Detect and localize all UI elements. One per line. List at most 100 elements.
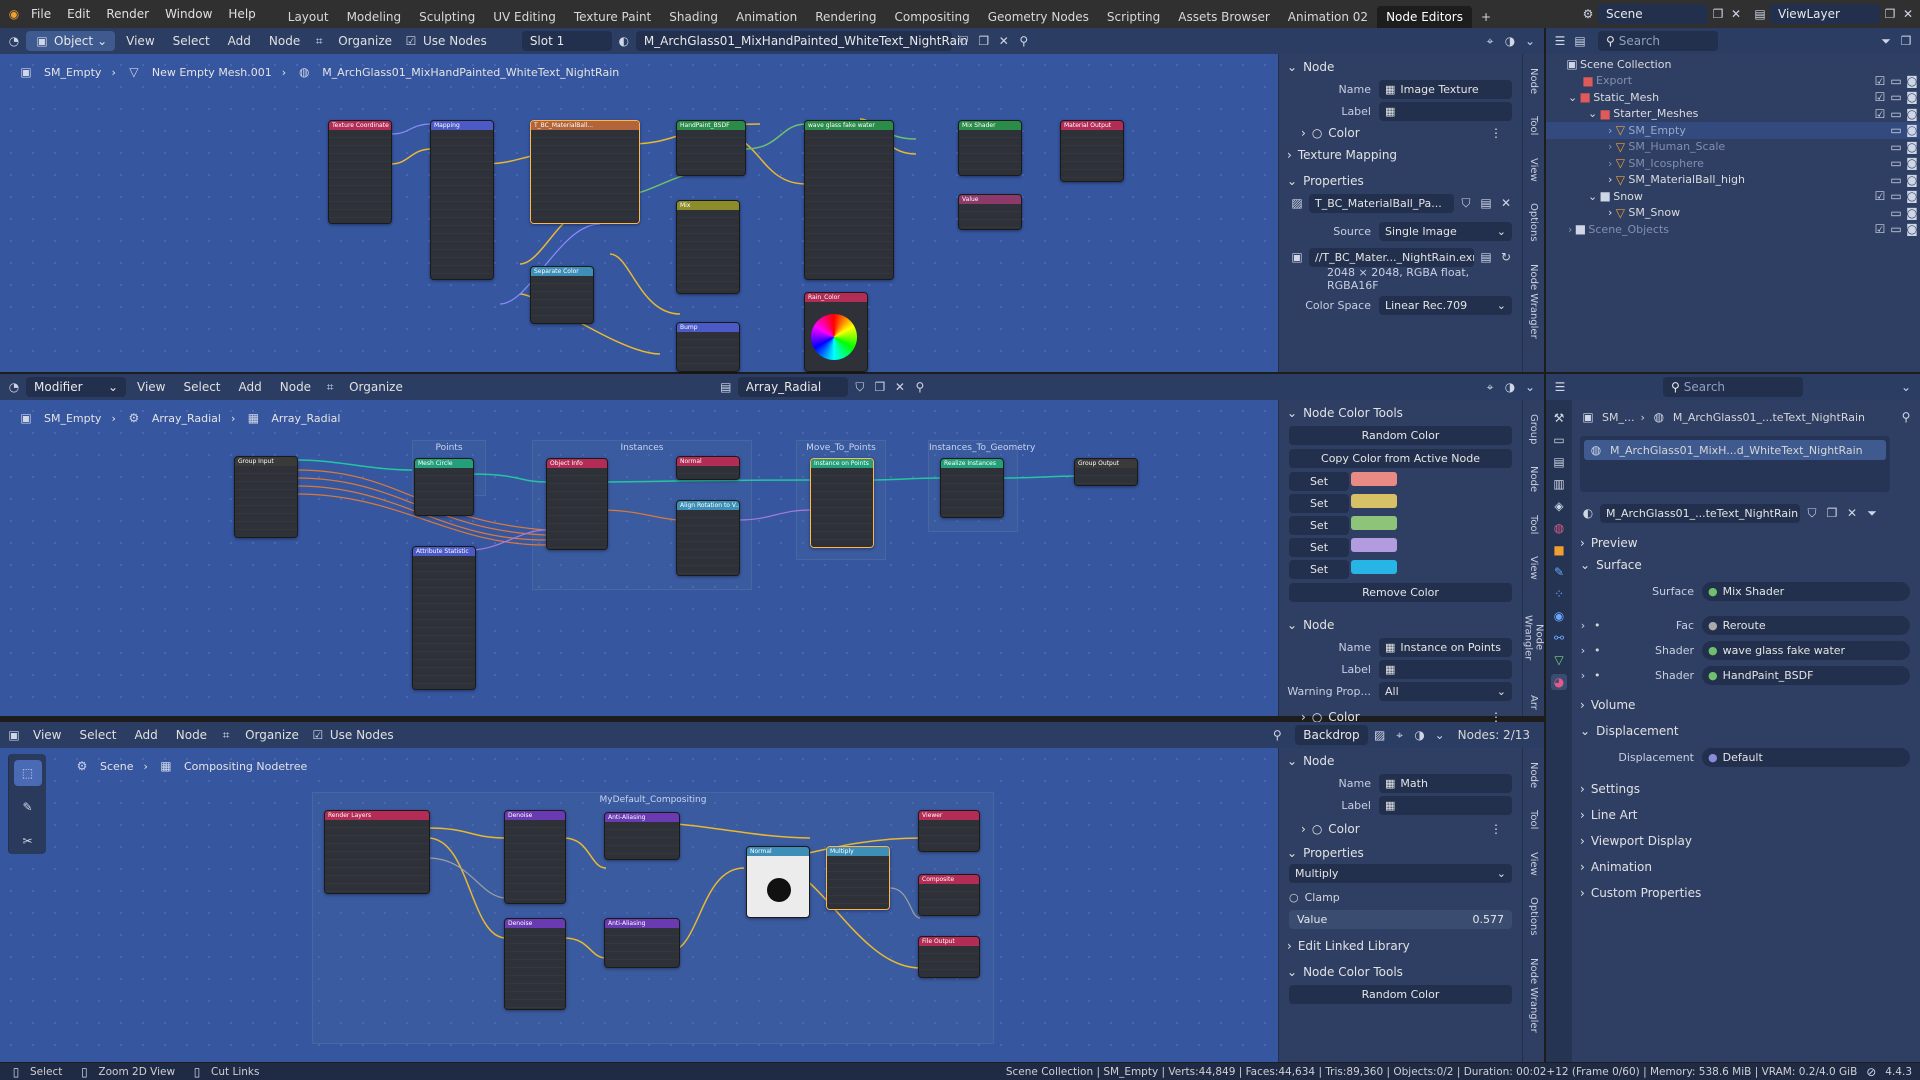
- node-color-tools-header[interactable]: ⌄ Node Color Tools: [1279, 402, 1522, 424]
- exclude-checkbox[interactable]: ☑: [1872, 73, 1888, 89]
- render-icon[interactable]: ◙: [1904, 106, 1920, 122]
- vtab-view[interactable]: View: [1528, 550, 1539, 586]
- warning-dropdown[interactable]: All ⌄: [1379, 681, 1512, 701]
- operation-dropdown[interactable]: Multiply ⌄: [1289, 864, 1512, 883]
- object-tab-icon[interactable]: ■: [1551, 542, 1567, 558]
- remove-color-button[interactable]: Remove Color: [1289, 583, 1512, 602]
- material-slot-item[interactable]: ◍ M_ArchGlass01_MixH...d_WhiteText_NightR…: [1584, 440, 1886, 460]
- properties-panel[interactable]: ⌄ Properties: [1279, 170, 1522, 192]
- viewport-icon[interactable]: ▭: [1888, 122, 1904, 138]
- menu-select[interactable]: Select: [166, 31, 217, 51]
- set-color-4-button[interactable]: Set: [1289, 538, 1349, 557]
- delete-viewlayer-icon[interactable]: ✕: [1900, 6, 1916, 22]
- node-mapping[interactable]: Mapping: [430, 120, 494, 280]
- vtab-node-wrangler[interactable]: Node Wrangler: [1528, 258, 1539, 345]
- node-name-field[interactable]: ▦ Math: [1379, 773, 1512, 793]
- node-object-info[interactable]: Object Info: [546, 458, 608, 550]
- tab-scripting[interactable]: Scripting: [1098, 6, 1169, 28]
- tab-modeling[interactable]: Modeling: [338, 6, 411, 28]
- surface-panel[interactable]: ⌄ Surface: [1572, 554, 1920, 576]
- displacement-panel[interactable]: ⌄ Displacement: [1572, 720, 1920, 742]
- render-icon[interactable]: ◙: [1904, 73, 1920, 89]
- delete-scene-icon[interactable]: ✕: [1728, 6, 1744, 22]
- compositor-canvas[interactable]: ⬚ ✎ ✂ ⚙ Scene › ▦ Compositing Nodetree MyDe…: [0, 748, 1278, 1062]
- set-color-5-button[interactable]: Set: [1289, 560, 1349, 579]
- constraints-tab-icon[interactable]: ⚯: [1551, 630, 1567, 646]
- material-name-field[interactable]: M_ArchGlass01_MixHandPainted_WhiteText_N…: [635, 31, 968, 51]
- outliner-row-sm-empty[interactable]: › ▽ SM_Empty ▭ ◙: [1546, 122, 1920, 139]
- material-browse-icon[interactable]: ◐: [1580, 505, 1596, 521]
- editor-type-icon[interactable]: ◔: [6, 33, 22, 49]
- filepath-field[interactable]: //T_BC_Mater..._NightRain.exr: [1309, 247, 1474, 267]
- new-collection-icon[interactable]: ❐: [1898, 33, 1914, 49]
- colorspace-dropdown[interactable]: Linear Rec.709 ⌄: [1379, 295, 1512, 315]
- preview-panel[interactable]: › Preview: [1572, 532, 1920, 554]
- organize-menu[interactable]: Organize: [238, 725, 306, 745]
- color-checkbox[interactable]: ○: [1312, 126, 1322, 140]
- menu-node[interactable]: Node: [262, 31, 307, 51]
- organize-menu[interactable]: Organize: [342, 377, 410, 397]
- render-icon[interactable]: ◙: [1904, 188, 1920, 204]
- link-dropdown-icon[interactable]: ⏷: [1864, 505, 1880, 521]
- node-mix[interactable]: Mix: [676, 200, 740, 294]
- geometry-node-canvas[interactable]: ▣ SM_Empty › ⚙ Array_Radial › ▦ Array_Radial …: [0, 400, 1278, 716]
- node-hue-color[interactable]: Rain_Color: [804, 292, 868, 372]
- modifier-dropdown[interactable]: Modifier ⌄: [26, 377, 126, 397]
- render-icon[interactable]: ◙: [1904, 221, 1920, 237]
- image-name-field[interactable]: T_BC_MaterialBall_Pa...: [1309, 193, 1454, 213]
- pin-icon[interactable]: ⚲: [1016, 33, 1032, 49]
- fake-user-icon[interactable]: ⛉: [1804, 505, 1820, 521]
- swatch-green[interactable]: [1351, 516, 1397, 530]
- node-render-layers[interactable]: Render Layers: [324, 810, 430, 894]
- viewlayer-icon[interactable]: ▤: [1752, 6, 1768, 22]
- custom-properties-panel[interactable]: › Custom Properties: [1572, 882, 1920, 904]
- vtab-tool[interactable]: Tool: [1528, 110, 1539, 141]
- scene-tab-icon[interactable]: ◈: [1551, 498, 1567, 514]
- node-panel-header[interactable]: ⌄ Node: [1279, 614, 1522, 636]
- unlink-icon[interactable]: ✕: [892, 379, 908, 395]
- material-name-field[interactable]: M_ArchGlass01_...teText_NightRain: [1600, 503, 1800, 523]
- vtab-node-wrangler[interactable]: Node Wrangler: [1523, 596, 1545, 679]
- material-tab-icon[interactable]: ◕: [1551, 674, 1567, 690]
- node-material-output[interactable]: Material Output: [1060, 120, 1124, 182]
- tab-animation-02[interactable]: Animation 02: [1279, 6, 1377, 28]
- viewport-icon[interactable]: ▭: [1888, 188, 1904, 204]
- node-panel-header[interactable]: ⌄ Node: [1279, 750, 1522, 772]
- gizmo-icon[interactable]: ⌄: [1522, 33, 1538, 49]
- set-color-2-button[interactable]: Set: [1289, 494, 1349, 513]
- node-group-output[interactable]: Group Output: [1074, 458, 1138, 486]
- vtab-view[interactable]: View: [1528, 152, 1539, 188]
- tab-texture-paint[interactable]: Texture Paint: [565, 6, 660, 28]
- outliner-row-scene-objects[interactable]: › ■ Scene_Objects ☑ ▭ ◙: [1546, 221, 1920, 238]
- outliner-row-sm-human-scale[interactable]: › ▽ SM_Human_Scale ▭ ◙: [1546, 139, 1920, 156]
- use-nodes-checkbox[interactable]: ☑: [310, 727, 326, 743]
- outliner-row-export[interactable]: ■ Export ☑ ▭ ◙: [1546, 73, 1920, 90]
- volume-panel[interactable]: › Volume: [1572, 694, 1920, 716]
- vtab-node-wrangler[interactable]: Node Wrangler: [1528, 952, 1539, 1039]
- node-wave-glass[interactable]: wave glass fake water: [804, 120, 894, 280]
- viewport-icon[interactable]: ▭: [1888, 221, 1904, 237]
- overlay-icon[interactable]: ◑: [1502, 33, 1518, 49]
- texture-mapping-panel[interactable]: › Texture Mapping: [1279, 144, 1522, 166]
- outliner-row-sm-icosphere[interactable]: › ▽ SM_Icosphere ▭ ◙: [1546, 155, 1920, 172]
- tab-compositing[interactable]: Compositing: [885, 6, 978, 28]
- menu-help[interactable]: Help: [221, 4, 262, 24]
- nodetree-name-field[interactable]: Array_Radial: [737, 377, 848, 397]
- vtab-node[interactable]: Node: [1528, 460, 1539, 498]
- tab-geometry-nodes[interactable]: Geometry Nodes: [979, 6, 1098, 28]
- outliner-row-sm-materialball[interactable]: › ▽ SM_MaterialBall_high ▭ ◙: [1546, 172, 1920, 189]
- nodetree-browse-icon[interactable]: ▤: [718, 379, 734, 395]
- editor-type-icon[interactable]: ▣: [6, 727, 22, 743]
- add-workspace-button[interactable]: +: [1472, 6, 1500, 28]
- menu-window[interactable]: Window: [158, 4, 219, 24]
- slot-dropdown[interactable]: Slot 1: [521, 31, 612, 51]
- fac-input-field[interactable]: ● Reroute: [1702, 615, 1910, 635]
- swatch-yellow[interactable]: [1351, 494, 1397, 508]
- output-tab-icon[interactable]: ▤: [1551, 454, 1567, 470]
- node-align-rotation[interactable]: Align Rotation to V...: [676, 500, 740, 576]
- unlink-icon[interactable]: ✕: [996, 33, 1012, 49]
- viewport-icon[interactable]: ▭: [1888, 205, 1904, 221]
- browse-folder-icon[interactable]: ▤: [1478, 249, 1494, 265]
- set-color-1-button[interactable]: Set: [1289, 472, 1349, 491]
- unlink-image-icon[interactable]: ✕: [1498, 195, 1514, 211]
